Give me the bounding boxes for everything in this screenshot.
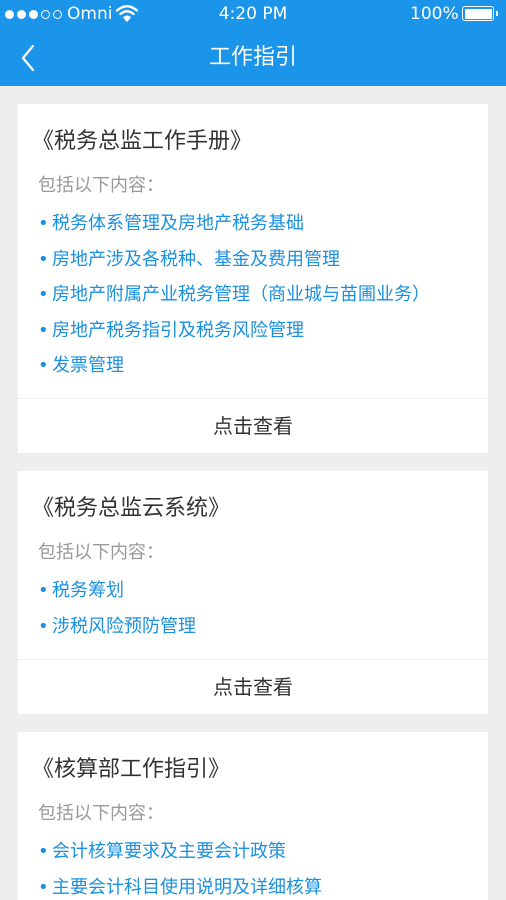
bullet-icon: • bbox=[38, 580, 49, 601]
bullet-icon: • bbox=[38, 841, 49, 862]
page-title: 工作指引 bbox=[208, 45, 297, 70]
content-list: • 税务筹划 • 涉税风险预防管理 bbox=[38, 573, 196, 644]
bullet-icon: • bbox=[38, 284, 49, 305]
guide-card-accounting: 《核算部工作指引》 包括以下内容： • 会计核算要求及主要会计政策 • 主要会计科目… bbox=[18, 732, 488, 900]
list-item-label: 涉税风险预防管理 bbox=[52, 615, 196, 637]
guide-card-tax-cloud: 《税务总监云系统》 包括以下内容： • 税务筹划 • 涉税风险预防管理 点击查看 bbox=[18, 471, 488, 714]
bullet-icon: • bbox=[38, 876, 49, 898]
list-item[interactable]: • 房地产税务指引及税务风险管理 bbox=[38, 313, 430, 349]
bullet-icon: • bbox=[38, 355, 49, 376]
top-bar: Omni 4:20 PM 100% 工作指引 bbox=[0, 0, 506, 86]
card-subtitle: 包括以下内容： bbox=[38, 803, 164, 824]
list-item[interactable]: • 税务体系管理及房地产税务基础 bbox=[38, 206, 430, 242]
guide-card-tax-manual: 《税务总监工作手册》 包括以下内容： • 税务体系管理及房地产税务基础 • 房地产涉… bbox=[18, 104, 488, 453]
list-item-label: 主要会计科目使用说明及详细核算 bbox=[52, 876, 322, 898]
guide-list[interactable]: 《税务总监工作手册》 包括以下内容： • 税务体系管理及房地产税务基础 • 房地产涉… bbox=[0, 86, 506, 900]
card-title: 《税务总监工作手册》 bbox=[32, 129, 253, 154]
card-title: 《税务总监云系统》 bbox=[32, 496, 231, 521]
list-item[interactable]: • 主要会计科目使用说明及详细核算 bbox=[38, 870, 322, 900]
card-subtitle: 包括以下内容： bbox=[38, 175, 164, 196]
battery-percent: 100% bbox=[410, 4, 459, 24]
bullet-icon: • bbox=[38, 213, 49, 234]
card-title: 《核算部工作指引》 bbox=[32, 757, 231, 782]
bullet-icon: • bbox=[38, 248, 49, 270]
content-list: • 税务体系管理及房地产税务基础 • 房地产涉及各税种、基金及费用管理 • 房地产附属… bbox=[38, 206, 430, 384]
bullet-icon: • bbox=[38, 319, 49, 341]
view-button[interactable]: 点击查看 bbox=[18, 399, 488, 453]
list-item-label: 房地产税务指引及税务风险管理 bbox=[52, 319, 304, 341]
card-subtitle: 包括以下内容： bbox=[38, 542, 164, 563]
nav-bar: 工作指引 bbox=[0, 30, 506, 86]
list-item-label: 会计核算要求及主要会计政策 bbox=[52, 841, 286, 862]
status-bar: Omni 4:20 PM 100% bbox=[0, 0, 506, 30]
battery-icon bbox=[462, 6, 498, 21]
list-item-label: 房地产涉及各税种、基金及费用管理 bbox=[52, 248, 340, 270]
list-item[interactable]: • 发票管理 bbox=[38, 348, 430, 384]
list-item[interactable]: • 涉税风险预防管理 bbox=[38, 609, 196, 645]
content-list: • 会计核算要求及主要会计政策 • 主要会计科目使用说明及详细核算 bbox=[38, 834, 322, 900]
view-button[interactable]: 点击查看 bbox=[18, 660, 488, 714]
list-item-label: 发票管理 bbox=[52, 355, 124, 376]
list-item[interactable]: • 房地产附属产业税务管理（商业城与苗圃业务） bbox=[38, 277, 430, 313]
list-item-label: 税务体系管理及房地产税务基础 bbox=[52, 213, 304, 234]
bullet-icon: • bbox=[38, 615, 49, 637]
list-item-label: 税务筹划 bbox=[52, 580, 124, 601]
list-item[interactable]: • 税务筹划 bbox=[38, 573, 196, 609]
list-item[interactable]: • 房地产涉及各税种、基金及费用管理 bbox=[38, 242, 430, 278]
list-item-label: 房地产附属产业税务管理（商业城与苗圃业务） bbox=[52, 284, 430, 305]
list-item[interactable]: • 会计核算要求及主要会计政策 bbox=[38, 834, 322, 870]
